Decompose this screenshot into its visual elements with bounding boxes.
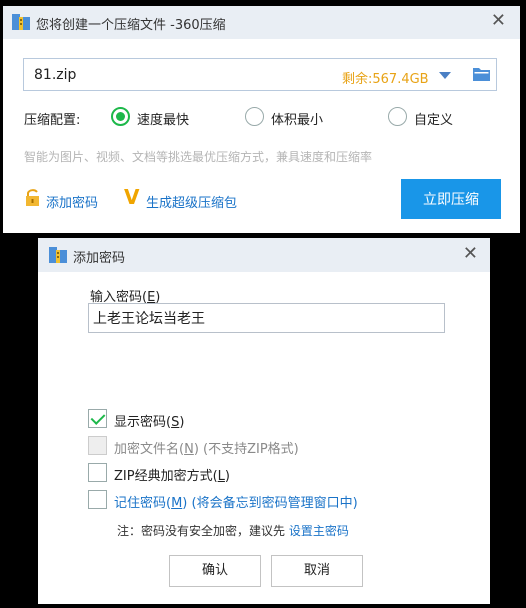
radio-fastest[interactable] [111,107,130,126]
ok-button[interactable]: 确认 [169,555,261,587]
compress-window: 您将创建一个压缩文件 -360压缩 ✕ 81.zip 剩余:567.4GB 压缩… [3,6,520,233]
add-password-link[interactable]: 添加密码 [46,192,98,211]
encrypt-filenames-checkbox [88,436,107,455]
encrypt-filenames-label-text: 加密文件名( [114,442,185,457]
free-space-label: 剩余:567.4GB [342,72,429,87]
radio-custom-label[interactable]: 自定义 [414,109,453,128]
super-pack-link[interactable]: 生成超级压缩包 [146,192,237,211]
show-password-checkbox[interactable] [88,409,107,428]
output-file-name[interactable]: 81.zip [34,67,76,83]
super-pack-v-icon: V [124,185,140,209]
show-password-label-end: ) [179,415,185,430]
archive-app-icon [12,14,30,30]
zip-classic-label-end: ) [224,469,230,484]
add-password-dialog: 添加密码 ✕ 输入密码(E) 显示密码(S) 加密文件名(N) (不支持ZIP格… [38,238,490,604]
zip-classic-encryption-checkbox[interactable] [88,463,107,482]
compress-window-title: 您将创建一个压缩文件 -360压缩 [36,18,226,33]
security-note-text: 注：密码没有安全加密，建议先 [117,524,289,538]
compress-window-titlebar: 您将创建一个压缩文件 -360压缩 ✕ [3,6,520,39]
zip-classic-encryption-label[interactable]: ZIP经典加密方式(L) [114,465,230,484]
folder-icon[interactable] [473,67,490,81]
encrypt-filenames-label-end: ) (不支持ZIP格式) [193,442,299,457]
archive-app-icon [49,247,67,263]
set-master-password-link[interactable]: 设置主密码 [289,524,349,538]
password-dialog-titlebar: 添加密码 ✕ [38,238,490,272]
zip-classic-label-key: L [217,469,225,484]
radio-custom[interactable] [388,107,407,126]
remember-password-label[interactable]: 记住密码(M) (将会备忘到密码管理窗口中) [114,492,358,511]
close-icon[interactable]: ✕ [491,11,506,31]
password-dialog-title: 添加密码 [73,251,126,266]
remember-label-text: 记住密码( [114,496,172,511]
show-password-label-text: 显示密码( [114,415,172,430]
remember-label-end: ) (将会备忘到密码管理窗口中) [182,496,358,511]
cancel-button[interactable]: 取消 [271,555,363,587]
output-path-field[interactable]: 81.zip 剩余:567.4GB [23,58,497,91]
radio-smallest[interactable] [245,107,264,126]
remember-label-key: M [171,496,183,511]
show-password-label[interactable]: 显示密码(S) [114,411,184,430]
lock-icon[interactable] [25,189,41,206]
zip-classic-label-text: ZIP经典加密方式( [114,469,218,484]
chevron-down-icon[interactable] [439,72,451,79]
compress-now-button[interactable]: 立即压缩 [401,179,501,219]
password-input[interactable] [88,303,445,333]
compress-hint: 智能为图片、视频、文档等挑选最优压缩方式，兼具速度和压缩率 [24,150,373,164]
radio-smallest-label[interactable]: 体积最小 [271,109,323,128]
security-note: 注：密码没有安全加密，建议先 设置主密码 [117,522,349,539]
compress-config-label: 压缩配置: [24,113,81,128]
encrypt-filenames-label: 加密文件名(N) (不支持ZIP格式) [114,438,299,457]
close-icon[interactable]: ✕ [463,244,478,264]
radio-fastest-label[interactable]: 速度最快 [137,109,189,128]
remember-password-checkbox[interactable] [88,490,107,509]
encrypt-filenames-label-key: N [184,442,194,457]
